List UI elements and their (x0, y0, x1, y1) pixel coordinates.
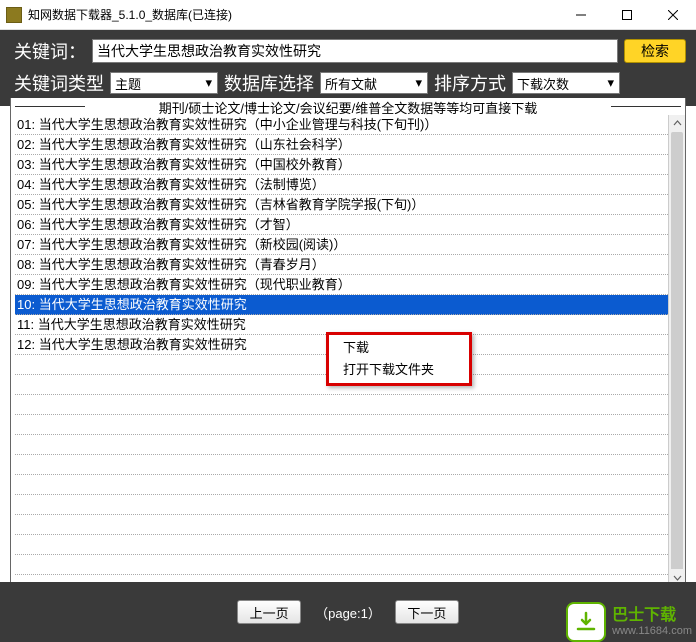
watermark: 巴士下载 www.11684.com (566, 602, 692, 642)
chevron-down-icon: ▾ (412, 75, 425, 91)
keyword-label: 关键词： (14, 38, 86, 64)
result-row[interactable]: 06: 当代大学生思想政治教育实效性研究（才智） (15, 215, 668, 235)
sort-label: 排序方式 (434, 70, 506, 96)
keyword-type-select[interactable]: 主题 ▾ (110, 72, 218, 94)
close-button[interactable] (650, 0, 696, 30)
row-index: 10: (17, 297, 39, 312)
result-row[interactable]: 09: 当代大学生思想政治教育实效性研究（现代职业教育） (15, 275, 668, 295)
watermark-name: 巴士下载 (612, 606, 692, 625)
row-text: 当代大学生思想政治教育实效性研究（才智） (39, 217, 299, 232)
row-index: 07: (17, 237, 39, 252)
row-text: 当代大学生思想政治教育实效性研究 (39, 337, 247, 352)
empty-row (15, 495, 668, 515)
row-index: 08: (17, 257, 39, 272)
empty-row (15, 475, 668, 495)
app-icon (6, 7, 22, 23)
database-value: 所有文献 (325, 74, 377, 93)
result-row[interactable]: 02: 当代大学生思想政治教育实效性研究（山东社会科学） (15, 135, 668, 155)
watermark-url: www.11684.com (612, 625, 692, 638)
database-select[interactable]: 所有文献 ▾ (320, 72, 428, 94)
sort-value: 下载次数 (517, 74, 569, 93)
scroll-thumb[interactable] (671, 132, 683, 572)
row-index: 04: (17, 177, 39, 192)
empty-row (15, 515, 668, 535)
titlebar: 知网数据下载器_5.1.0_数据库(已连接) (0, 0, 696, 30)
row-text: 当代大学生思想政治教育实效性研究（现代职业教育） (39, 277, 351, 292)
row-text: 当代大学生思想政治教育实效性研究（新校园(阅读)） (39, 237, 347, 252)
database-label: 数据库选择 (224, 70, 314, 96)
row-text: 当代大学生思想政治教育实效性研究（中国校外教育） (39, 157, 351, 172)
row-text: 当代大学生思想政治教育实效性研究（青春岁月） (39, 257, 325, 272)
empty-row (15, 535, 668, 555)
row-text: 当代大学生思想政治教育实效性研究 (39, 297, 247, 312)
chevron-down-icon: ▾ (604, 75, 617, 91)
empty-row (15, 555, 668, 575)
row-index: 03: (17, 157, 39, 172)
window-title: 知网数据下载器_5.1.0_数据库(已连接) (28, 6, 558, 23)
chevron-down-icon: ▾ (202, 75, 215, 91)
row-index: 01: (17, 117, 39, 132)
search-button[interactable]: 检索 (624, 39, 686, 63)
result-row[interactable]: 03: 当代大学生思想政治教育实效性研究（中国校外教育） (15, 155, 668, 175)
empty-row (15, 395, 668, 415)
context-download[interactable]: 下载 (329, 337, 469, 359)
row-index: 09: (17, 277, 39, 292)
row-index: 06: (17, 217, 39, 232)
row-index: 11: (17, 317, 38, 332)
empty-row (15, 435, 668, 455)
row-text: 当代大学生思想政治教育实效性研究（中小企业管理与科技(下旬刊)） (39, 117, 438, 132)
sort-select[interactable]: 下载次数 ▾ (512, 72, 620, 94)
context-menu: 下载 打开下载文件夹 (326, 332, 472, 386)
keyword-type-label: 关键词类型 (14, 70, 104, 96)
row-index: 12: (17, 337, 39, 352)
maximize-button[interactable] (604, 0, 650, 30)
minimize-button[interactable] (558, 0, 604, 30)
result-row[interactable]: 08: 当代大学生思想政治教育实效性研究（青春岁月） (15, 255, 668, 275)
result-row[interactable]: 10: 当代大学生思想政治教育实效性研究 (15, 295, 668, 315)
context-open-folder[interactable]: 打开下载文件夹 (329, 359, 469, 381)
download-icon (566, 602, 606, 642)
result-row[interactable]: 05: 当代大学生思想政治教育实效性研究（吉林省教育学院学报(下旬)） (15, 195, 668, 215)
scroll-up-button[interactable] (669, 115, 685, 132)
results-legend-text: 期刊/硕士论文/博士论文/会议纪要/维普全文数据等等均可直接下载 (159, 101, 537, 116)
row-text: 当代大学生思想政治教育实效性研究 (38, 317, 246, 332)
page-label: （page:1） (315, 603, 381, 622)
row-index: 05: (17, 197, 39, 212)
result-row[interactable]: 07: 当代大学生思想政治教育实效性研究（新校园(阅读)） (15, 235, 668, 255)
empty-row (15, 415, 668, 435)
row-text: 当代大学生思想政治教育实效性研究（吉林省教育学院学报(下旬)） (39, 197, 425, 212)
empty-row (15, 455, 668, 475)
result-row[interactable]: 01: 当代大学生思想政治教育实效性研究（中小企业管理与科技(下旬刊)） (15, 115, 668, 135)
scrollbar[interactable] (668, 115, 685, 586)
toolbar: 关键词： 检索 关键词类型 主题 ▾ 数据库选择 所有文献 ▾ 排序方式 下载次… (0, 30, 696, 106)
prev-page-button[interactable]: 上一页 (237, 600, 301, 624)
row-index: 02: (17, 137, 39, 152)
row-text: 当代大学生思想政治教育实效性研究（法制博览） (39, 177, 325, 192)
keyword-input[interactable] (92, 39, 618, 63)
result-row[interactable]: 04: 当代大学生思想政治教育实效性研究（法制博览） (15, 175, 668, 195)
next-page-button[interactable]: 下一页 (395, 600, 459, 624)
row-text: 当代大学生思想政治教育实效性研究（山东社会科学） (39, 137, 351, 152)
keyword-type-value: 主题 (115, 74, 141, 93)
